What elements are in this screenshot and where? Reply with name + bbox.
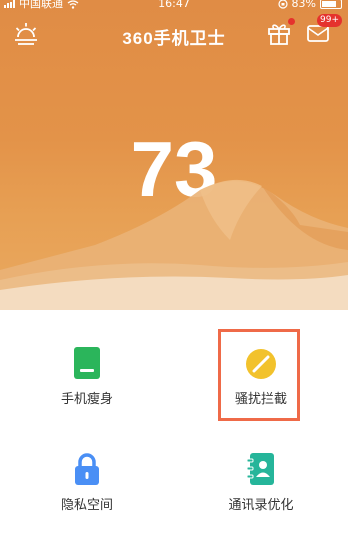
- phone-clean-icon: [74, 347, 100, 379]
- status-bar: 中国联通 16:47 83%: [0, 0, 348, 10]
- tile-label: 通讯录优化: [228, 498, 294, 513]
- app-title: 360手机卫士: [122, 29, 226, 48]
- tile-label: 隐私空间: [60, 498, 113, 513]
- battery-percent: 83%: [291, 0, 316, 10]
- highlight-box: [218, 329, 300, 421]
- orientation-lock-icon: [277, 0, 288, 9]
- top-bar: 360手机卫士 99+: [0, 14, 348, 52]
- gift-notification-dot: [288, 18, 295, 25]
- tile-phone-cleanup[interactable]: 手机瘦身: [0, 346, 174, 407]
- tile-label: 手机瘦身: [60, 392, 113, 407]
- mail-badge: 99+: [317, 14, 342, 27]
- lock-icon: [75, 453, 99, 485]
- tile-contacts-optimize[interactable]: 通讯录优化: [174, 452, 348, 513]
- contacts-icon: [246, 453, 274, 485]
- desert-illustration: [0, 179, 348, 310]
- tile-privacy-space[interactable]: 隐私空间: [0, 452, 174, 513]
- hero-panel: 中国联通 16:47 83% 360手机卫士 99+ 73: [0, 0, 348, 310]
- battery-icon: [320, 0, 342, 9]
